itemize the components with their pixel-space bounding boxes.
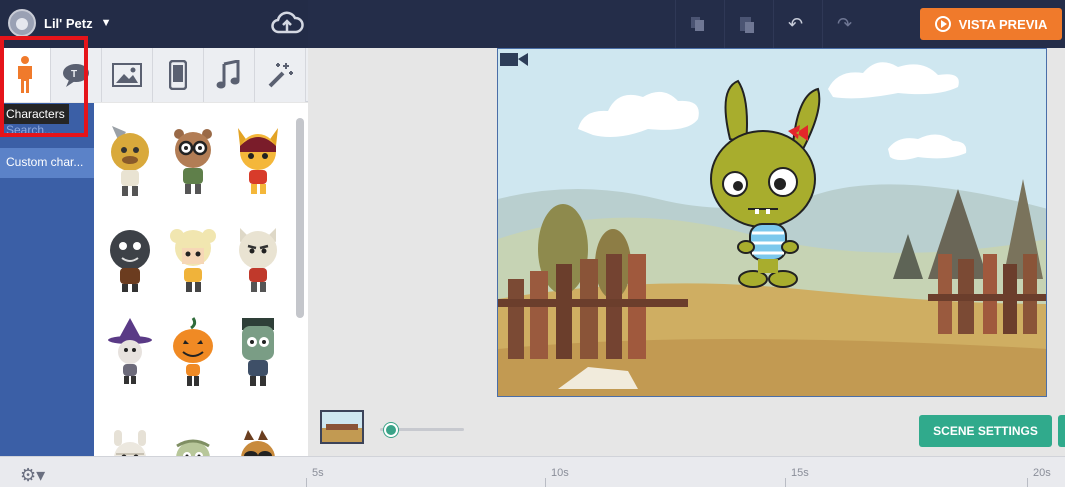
character-grumpy-cat[interactable] xyxy=(232,222,284,298)
character-hatchet-bear[interactable] xyxy=(104,124,156,200)
magic-wand-icon xyxy=(268,63,293,88)
timeline-tick xyxy=(545,478,546,487)
scene-settings-button[interactable]: SCENE SETTINGS xyxy=(919,415,1052,447)
character-witch[interactable] xyxy=(104,316,156,392)
project-menu[interactable]: Lil' Petz ▼ xyxy=(8,8,112,38)
character-dark-blob[interactable] xyxy=(104,222,156,298)
character-frankenstein[interactable] xyxy=(232,316,284,392)
library-scrollbar[interactable] xyxy=(296,118,304,318)
redo-icon[interactable]: ↷ xyxy=(822,0,866,48)
timeline-tick-label: 10s xyxy=(551,467,569,479)
paste-icon[interactable] xyxy=(724,0,768,48)
character-nerd-beaver[interactable] xyxy=(167,124,219,200)
scene-stage[interactable] xyxy=(497,48,1047,397)
music-note-icon xyxy=(216,60,240,89)
copy-icon[interactable] xyxy=(675,0,719,48)
timeline-tick-label: 20s xyxy=(1033,467,1051,479)
tab-music[interactable] xyxy=(204,48,255,102)
timeline-tick xyxy=(785,478,786,487)
zoom-slider-handle[interactable] xyxy=(384,423,398,437)
character-pumpkin[interactable] xyxy=(167,316,219,392)
project-avatar xyxy=(8,9,36,37)
character-blonde-girl[interactable] xyxy=(167,222,219,298)
undo-icon[interactable]: ↶ xyxy=(773,0,817,48)
preview-button[interactable]: VISTA PREVIA xyxy=(920,8,1062,40)
phone-icon xyxy=(169,60,187,90)
tab-effects[interactable] xyxy=(255,48,306,102)
play-icon xyxy=(934,16,951,32)
timeline-tick xyxy=(1027,478,1028,487)
chevron-down-icon: ▼ xyxy=(100,17,112,29)
timeline-tick-label: 15s xyxy=(791,467,809,479)
tab-devices[interactable] xyxy=(153,48,204,102)
cloud-upload-icon[interactable] xyxy=(270,8,304,38)
preview-button-label: VISTA PREVIA xyxy=(958,16,1048,32)
scene-add-button[interactable] xyxy=(1058,415,1065,447)
sidebar-item-custom-characters[interactable]: Custom char... xyxy=(0,148,94,178)
gear-icon[interactable]: ⚙▾ xyxy=(20,465,45,486)
timeline[interactable] xyxy=(0,456,1065,487)
camera-icon[interactable] xyxy=(500,50,528,68)
timeline-tick-label: 5s xyxy=(312,467,324,479)
highlight-box xyxy=(0,36,88,137)
character-fox-girl[interactable] xyxy=(232,124,284,200)
category-sidebar: Search... Custom char... xyxy=(0,103,94,456)
scene-background xyxy=(498,49,1046,396)
project-name: Lil' Petz xyxy=(44,15,93,31)
image-icon xyxy=(112,63,142,87)
scene-thumbnail[interactable] xyxy=(320,410,364,444)
tab-props[interactable] xyxy=(102,48,153,102)
timeline-tick xyxy=(306,478,307,487)
